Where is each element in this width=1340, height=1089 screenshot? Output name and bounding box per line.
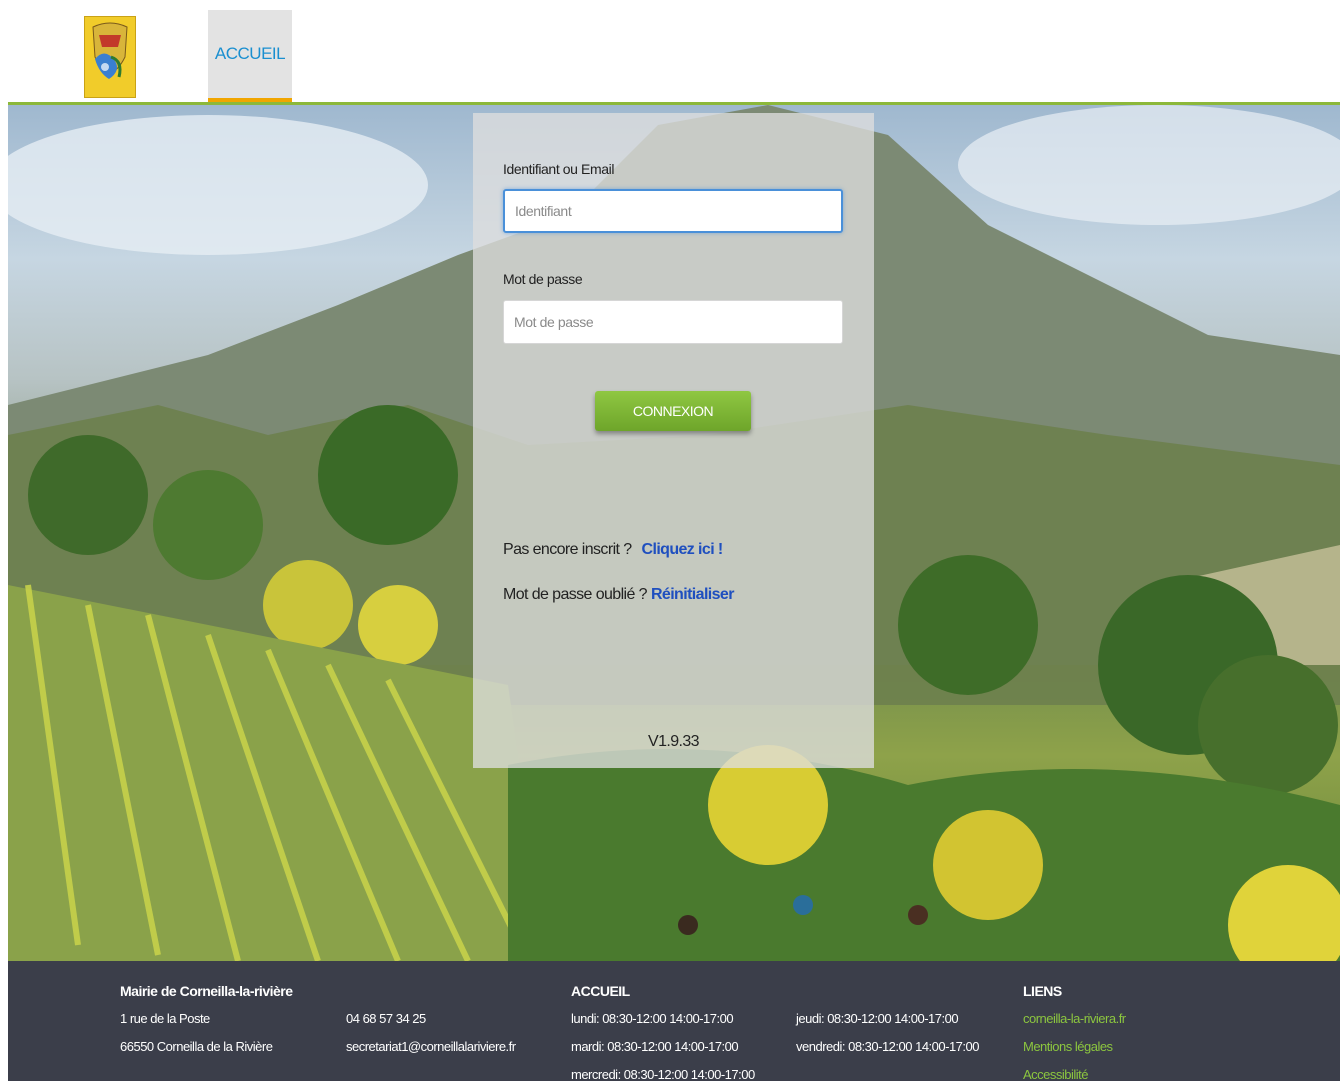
footer-hours-row: mercredi: 08:30-12:00 14:00-17:00 bbox=[571, 1067, 755, 1082]
footer-hours-row: mardi: 08:30-12:00 14:00-17:00 bbox=[571, 1039, 739, 1054]
footer-hours-title: ACCUEIL bbox=[571, 983, 630, 999]
coat-of-arms-icon[interactable] bbox=[84, 16, 136, 98]
footer-hours-column-2: jeudi: 08:30-12:00 14:00-17:00 vendredi:… bbox=[796, 1005, 980, 1061]
footer-hours-row: jeudi: 08:30-12:00 14:00-17:00 bbox=[796, 1011, 959, 1026]
password-label: Mot de passe bbox=[503, 271, 583, 287]
footer-address-line: 1 rue de la Poste bbox=[120, 1011, 210, 1026]
footer-address-line: 66550 Corneilla de la Rivière bbox=[120, 1039, 273, 1054]
footer-hours-column: ACCUEIL lundi: 08:30-12:00 14:00-17:00 m… bbox=[571, 977, 755, 1089]
password-input[interactable] bbox=[503, 300, 843, 344]
footer-link-accessibility[interactable]: Accessibilité bbox=[1023, 1061, 1126, 1089]
logo-graphic bbox=[92, 22, 128, 79]
footer-org-name: Mairie de Corneilla-la-rivière bbox=[120, 983, 293, 999]
register-line: Pas encore inscrit ? Cliquez ici ! bbox=[503, 541, 723, 559]
register-prompt: Pas encore inscrit ? bbox=[503, 541, 632, 558]
footer-links-column: LIENS corneilla-la-riviera.fr Mentions l… bbox=[1023, 977, 1126, 1089]
site-footer: Mairie de Corneilla-la-rivière 1 rue de … bbox=[8, 961, 1340, 1082]
footer-link-website[interactable]: corneilla-la-riviera.fr bbox=[1023, 1005, 1126, 1033]
footer-phone-email-column: 04 68 57 34 25 secretariat1@corneillalar… bbox=[346, 1005, 516, 1061]
footer-contact-column: Mairie de Corneilla-la-rivière 1 rue de … bbox=[120, 977, 293, 1061]
forgot-prompt: Mot de passe oublié ? bbox=[503, 586, 648, 603]
footer-phone: 04 68 57 34 25 bbox=[346, 1011, 426, 1026]
reset-password-link[interactable]: Réinitialiser bbox=[651, 586, 735, 603]
version-label: V1.9.33 bbox=[648, 733, 700, 750]
nav-tab-home[interactable]: ACCUEIL bbox=[208, 10, 292, 102]
register-link[interactable]: Cliquez ici ! bbox=[642, 541, 724, 558]
footer-hours-row: lundi: 08:30-12:00 14:00-17:00 bbox=[571, 1011, 734, 1026]
top-header: ACCUEIL bbox=[8, 10, 1340, 105]
footer-email[interactable]: secretariat1@corneillalariviere.fr bbox=[346, 1033, 516, 1061]
login-panel: Identifiant ou Email Mot de passe CONNEX… bbox=[473, 113, 874, 768]
connexion-button[interactable]: CONNEXION bbox=[595, 391, 751, 431]
footer-hours-row: vendredi: 08:30-12:00 14:00-17:00 bbox=[796, 1039, 980, 1054]
identifier-label: Identifiant ou Email bbox=[503, 161, 615, 177]
footer-links-title: LIENS bbox=[1023, 983, 1062, 999]
footer-link-legal[interactable]: Mentions légales bbox=[1023, 1033, 1126, 1061]
identifier-input[interactable] bbox=[503, 189, 843, 233]
forgot-password-line: Mot de passe oublié ? Réinitialiser bbox=[503, 586, 734, 604]
